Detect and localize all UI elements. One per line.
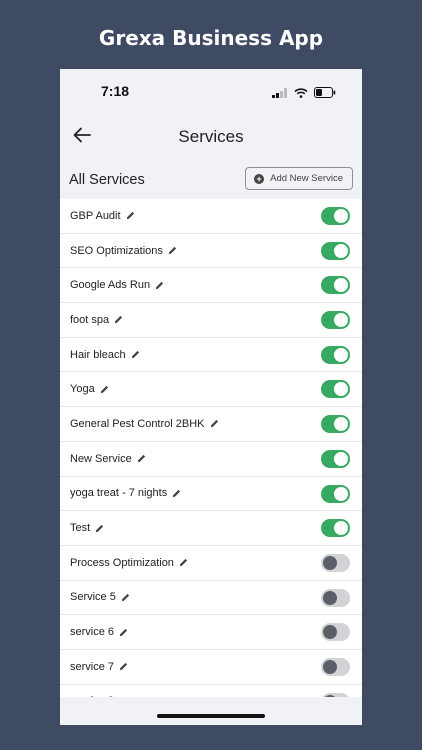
status-icons	[272, 85, 336, 103]
service-toggle[interactable]	[321, 588, 350, 607]
battery-icon	[314, 85, 336, 103]
banner-title: Grexa Business App	[98, 26, 324, 50]
service-name: Google Ads Run	[70, 279, 151, 292]
pencil-icon[interactable]	[168, 246, 177, 255]
plus-circle-icon: +	[254, 173, 265, 184]
service-name: service 6	[70, 626, 115, 639]
service-row: yoga treat - 7 nights	[60, 477, 362, 512]
pencil-icon[interactable]	[114, 315, 123, 324]
toggle-knob	[334, 243, 348, 258]
service-toggle[interactable]	[321, 415, 350, 434]
toggle-knob	[334, 209, 348, 223]
service-row: Hair bleach	[60, 338, 362, 373]
service-row: Process Optimization	[60, 546, 362, 581]
home-indicator	[157, 714, 265, 718]
toggle-knob	[334, 313, 348, 328]
home-bar-area	[60, 697, 362, 725]
section-title: All Services	[69, 172, 145, 188]
status-time: 7:18	[101, 83, 130, 99]
service-row: foot spa	[60, 303, 362, 338]
service-name: Hair bleach	[70, 348, 126, 361]
service-row: New Service	[60, 442, 362, 477]
service-name: GBP Audit	[70, 209, 121, 222]
service-toggle[interactable]	[321, 345, 350, 364]
service-toggle[interactable]	[321, 553, 350, 572]
pencil-icon[interactable]	[172, 489, 181, 498]
pencil-icon[interactable]	[137, 454, 146, 463]
pencil-icon[interactable]	[119, 662, 128, 671]
service-name: Service 5	[70, 591, 116, 604]
toggle-knob	[323, 555, 337, 570]
pencil-icon[interactable]	[121, 593, 130, 602]
pencil-icon[interactable]	[119, 628, 128, 637]
toggle-knob	[334, 451, 348, 466]
app-header: Services	[60, 113, 362, 163]
service-row: GBP Audit	[60, 199, 362, 234]
service-name: New Service	[70, 452, 132, 465]
service-row: Test	[60, 511, 362, 546]
service-name: foot spa	[70, 313, 110, 326]
pencil-icon[interactable]	[155, 281, 164, 290]
service-name: SEO Optimizations	[70, 244, 163, 257]
service-toggle[interactable]	[321, 519, 350, 538]
service-toggle[interactable]	[321, 484, 350, 503]
signal-icon	[272, 85, 288, 103]
toggle-knob	[334, 486, 348, 501]
toggle-knob	[334, 278, 348, 293]
toggle-knob	[334, 347, 348, 362]
pencil-icon[interactable]	[131, 350, 140, 359]
add-new-service-label: Add New Service	[270, 173, 343, 184]
service-row: service 6	[60, 615, 362, 650]
pencil-icon[interactable]	[179, 558, 188, 567]
toggle-knob	[323, 659, 337, 674]
service-toggle[interactable]	[321, 311, 350, 330]
pencil-icon[interactable]	[95, 524, 104, 533]
wifi-icon	[294, 85, 308, 103]
page-title: Services	[178, 127, 244, 146]
service-row: Service 5	[60, 581, 362, 616]
add-new-service-button[interactable]: + Add New Service	[245, 167, 353, 190]
toggle-knob	[334, 417, 348, 432]
status-bar: 7:18	[60, 69, 362, 113]
service-name: service 7	[70, 660, 115, 673]
service-name: yoga treat - 7 nights	[70, 487, 168, 500]
toggle-knob	[334, 521, 348, 536]
service-row: Yoga	[60, 372, 362, 408]
service-toggle[interactable]	[321, 207, 350, 225]
section-header: All Services + Add New Service	[60, 163, 362, 199]
service-toggle[interactable]	[321, 449, 350, 468]
pencil-icon[interactable]	[210, 419, 219, 428]
service-toggle[interactable]	[321, 657, 350, 676]
pencil-icon[interactable]	[126, 211, 135, 220]
service-name: Test	[70, 522, 91, 535]
toggle-knob	[323, 590, 337, 605]
service-row: Google Ads Run	[60, 268, 362, 304]
service-name: Process Optimization	[70, 556, 174, 569]
service-row: SEO Optimizations	[60, 234, 362, 269]
pencil-icon[interactable]	[100, 385, 109, 394]
service-toggle[interactable]	[321, 276, 350, 295]
toggle-knob	[334, 382, 348, 397]
phone-screen: 7:18 Services All Services + Add New Ser…	[60, 69, 362, 725]
service-toggle[interactable]	[321, 380, 350, 399]
service-toggle[interactable]	[321, 623, 350, 642]
service-row: General Pest Control 2BHK	[60, 407, 362, 442]
toggle-knob	[323, 625, 337, 640]
services-list: GBP Audit SEO Optimizations Google Ads Run…	[60, 199, 362, 720]
service-toggle[interactable]	[321, 241, 350, 260]
service-row: service 7	[60, 650, 362, 685]
service-name: General Pest Control 2BHK	[70, 417, 205, 430]
service-name: Yoga	[70, 383, 95, 396]
